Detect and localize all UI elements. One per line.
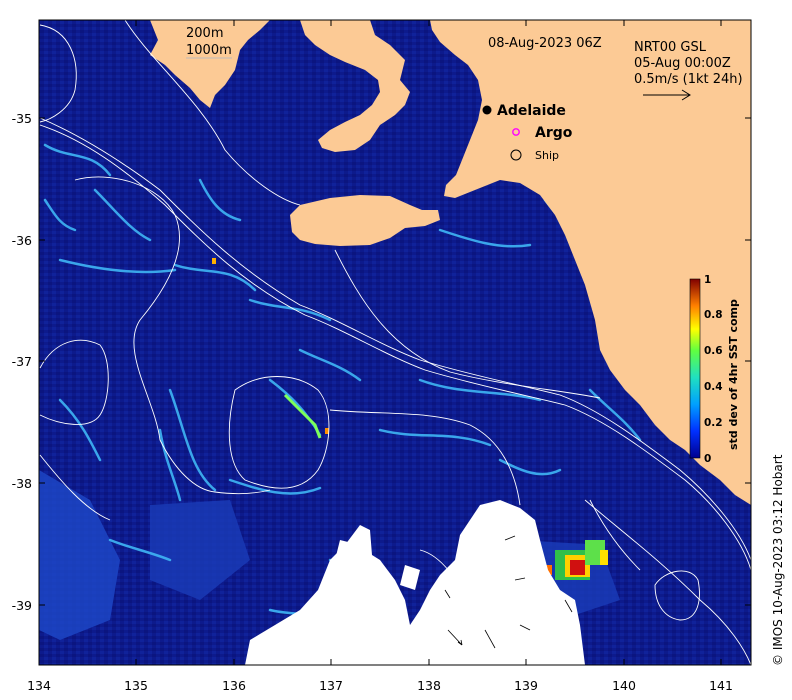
colorbar-title: std dev of 4hr SST comp <box>727 299 740 450</box>
adelaide-label: Adelaide <box>497 103 566 119</box>
colorbar-tick: 0.4 <box>704 381 723 393</box>
colorbar-tick: 0 <box>704 453 711 465</box>
y-tick-label: -39 <box>12 598 32 613</box>
copyright-label: © IMOS 10-Aug-2023 03:12 Hobart <box>771 454 785 666</box>
y-tick-label: -35 <box>12 111 32 126</box>
current-legend-scale: 0.5m/s (1kt 24h) <box>634 72 743 87</box>
current-legend-time: 05-Aug 00:00Z <box>634 56 731 71</box>
depth-legend-200m: 200m <box>186 26 223 41</box>
y-tick-label: -36 <box>12 233 32 248</box>
depth-legend-1000m: 1000m <box>186 43 232 58</box>
y-tick-label: -38 <box>12 476 32 491</box>
colorbar-gradient <box>689 278 701 459</box>
sst-map: 134 135 136 137 138 139 140 141 -35 -36 … <box>12 19 752 693</box>
ship-label: Ship <box>535 149 559 162</box>
colorbar-tick: 0.8 <box>704 309 723 321</box>
argo-label: Argo <box>535 125 573 141</box>
adelaide-marker-icon <box>482 105 492 115</box>
x-tick-label: 137 <box>319 678 343 693</box>
x-tick-label: 140 <box>612 678 636 693</box>
x-tick-label: 135 <box>124 678 148 693</box>
x-tick-label: 138 <box>417 678 441 693</box>
colorbar-tick: 1 <box>704 274 711 286</box>
y-tick-label: -37 <box>12 354 32 369</box>
date-label: 08-Aug-2023 06Z <box>488 36 602 51</box>
x-tick-label: 139 <box>514 678 538 693</box>
current-legend-model: NRT00 GSL <box>634 40 707 55</box>
colorbar-tick: 0.6 <box>704 345 723 357</box>
x-tick-label: 141 <box>709 678 733 693</box>
x-tick-label: 136 <box>222 678 246 693</box>
colorbar-tick: 0.2 <box>704 417 723 429</box>
x-tick-label: 134 <box>27 678 51 693</box>
